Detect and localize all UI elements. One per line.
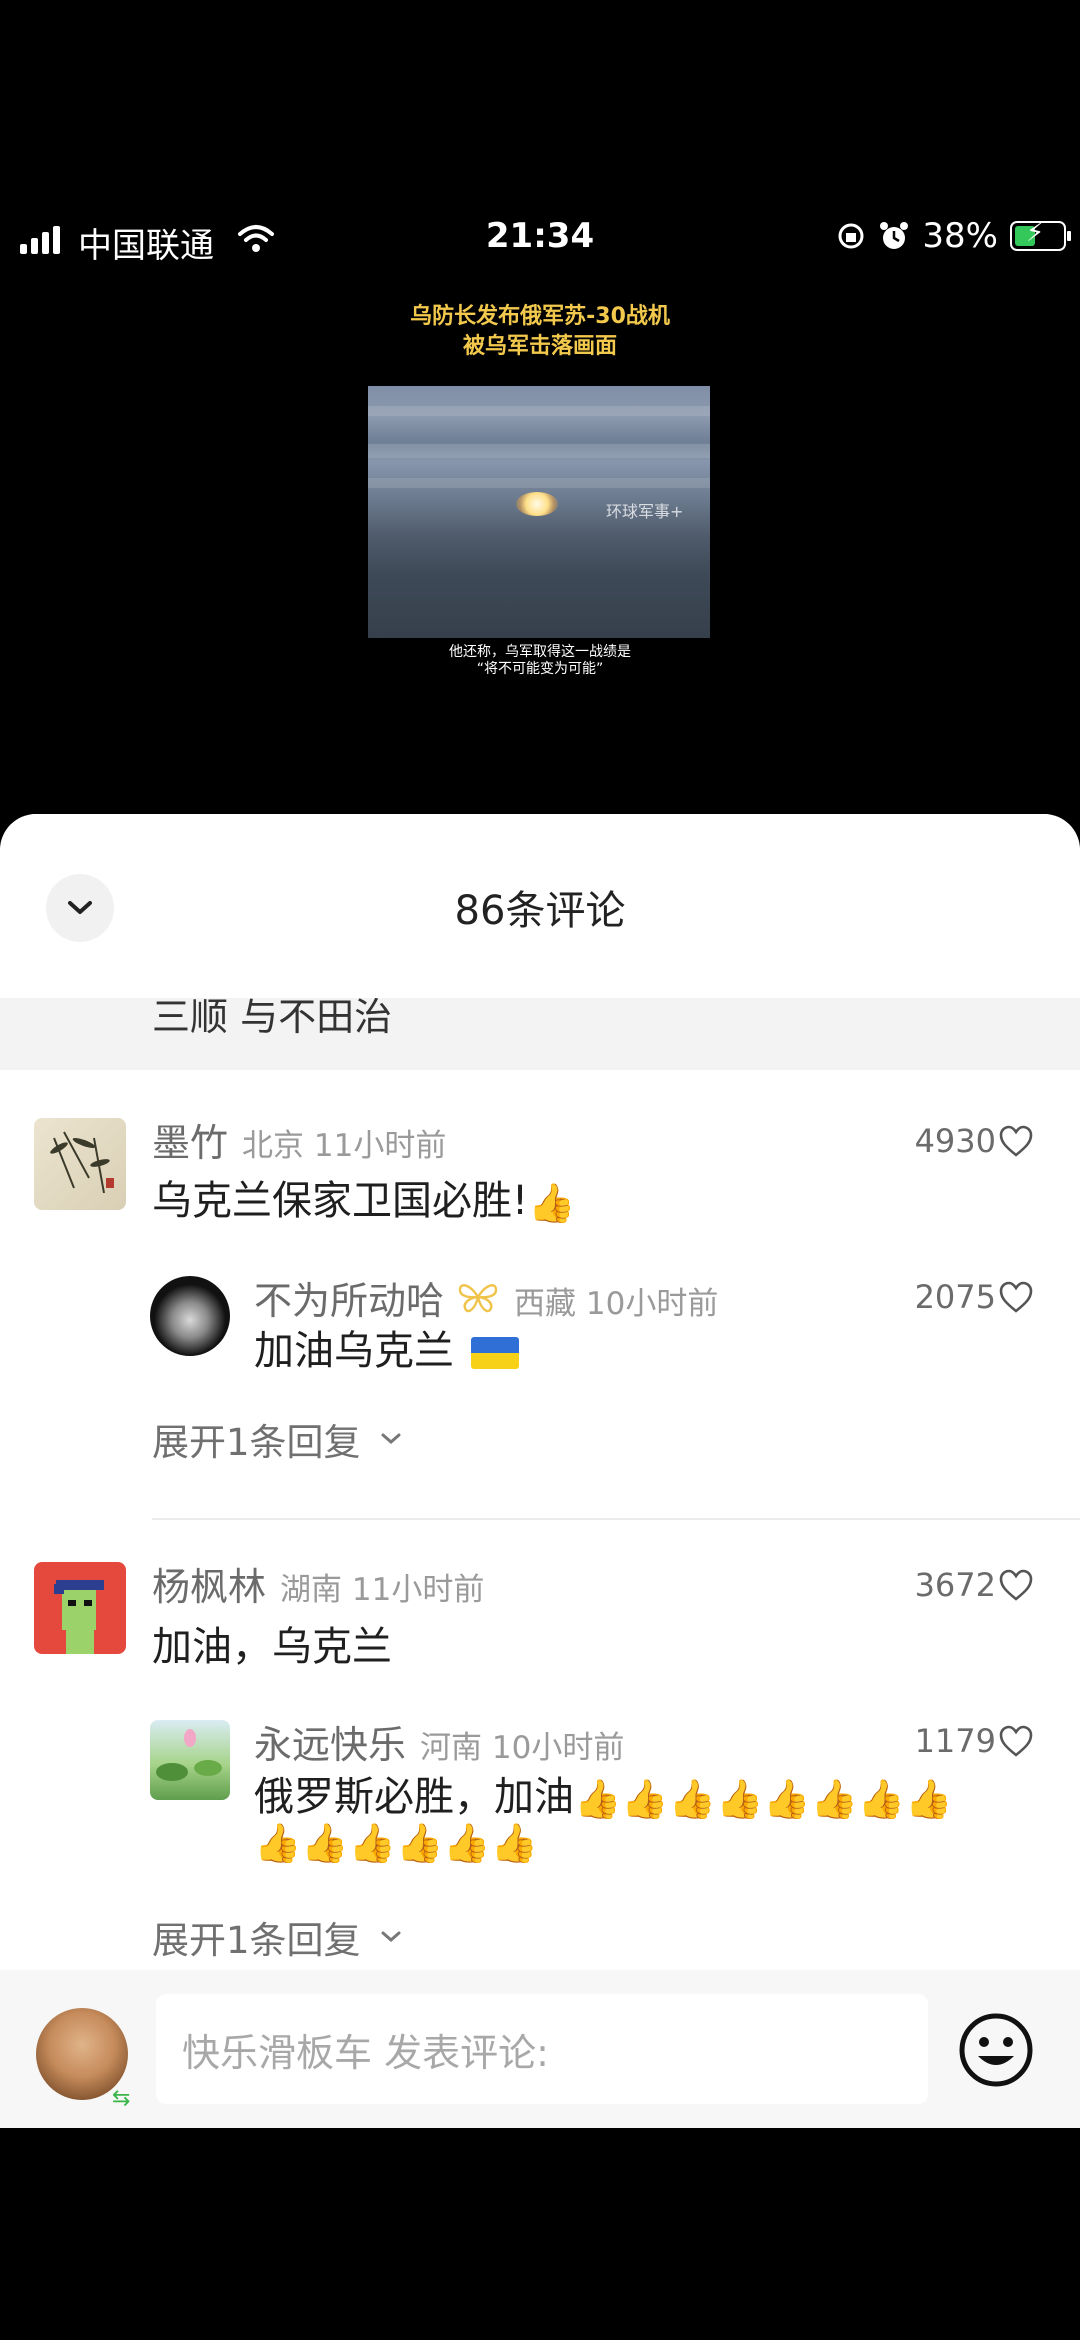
- reply-username[interactable]: 不为所动哈: [254, 1270, 444, 1325]
- explosion-flash: [516, 492, 558, 516]
- thumbs-up-emoji: 👍: [528, 1181, 576, 1225]
- username[interactable]: 杨枫林: [152, 1556, 266, 1611]
- comment-location-time: 湖南 11小时前: [280, 1572, 485, 1608]
- comment-input[interactable]: 快乐滑板车 发表评论:: [156, 1994, 928, 2104]
- reply-text: 加油乌克兰: [254, 1318, 519, 1376]
- heart-icon[interactable]: [998, 1124, 1034, 1158]
- thumbs-up-emoji: 👍👍👍👍👍👍: [254, 1821, 538, 1865]
- comment-location-time: 北京 11小时前: [242, 1128, 447, 1164]
- reply-like-count: 1179: [914, 1722, 996, 1760]
- video-caption: 他还称，乌军取得这一战绩是 “将不可能变为可能”: [449, 644, 631, 677]
- expand-replies-button[interactable]: 展开1条回复: [152, 1910, 403, 1964]
- butterfly-badge-icon: [458, 1284, 498, 1313]
- comment-text: 加油，乌克兰: [152, 1624, 392, 1670]
- chevron-down-icon: [381, 1433, 401, 1444]
- previous-comment-cutoff: 三顺 与不田治: [0, 998, 1080, 1070]
- reply-meta: 永远快乐 河南 10小时前: [254, 1714, 624, 1769]
- like-count: 4930: [914, 1122, 996, 1160]
- video-player[interactable]: 环球军事+: [368, 386, 710, 638]
- reply-text-continued: 👍👍👍👍👍👍: [254, 1818, 538, 1864]
- comment-input-bar: ⇆ 快乐滑板车 发表评论:: [0, 1970, 1080, 2128]
- expand-replies-button[interactable]: 展开1条回复: [152, 1412, 403, 1466]
- heart-icon[interactable]: [998, 1724, 1034, 1758]
- alarm-icon: [880, 222, 909, 249]
- smiley-icon[interactable]: [956, 2010, 1036, 2090]
- reply-avatar[interactable]: [150, 1720, 230, 1800]
- reply-like-count: 2075: [914, 1278, 996, 1316]
- reply-location-time: 西藏 10小时前: [514, 1286, 719, 1322]
- status-bar: 中国联通 21:34 38% ⚡: [0, 210, 1080, 270]
- comment-meta: 杨枫林 湖南 11小时前: [152, 1556, 484, 1611]
- thumbs-up-emoji: 👍👍👍👍👍👍👍👍: [574, 1777, 953, 1821]
- username[interactable]: 墨竹: [152, 1112, 228, 1167]
- reply-text: 俄罗斯必胜，加油👍👍👍👍👍👍👍👍: [254, 1774, 953, 1821]
- avatar[interactable]: [34, 1562, 126, 1654]
- sheet-header: 86条评论: [0, 814, 1080, 998]
- avatar[interactable]: [34, 1118, 126, 1210]
- orientation-lock-icon: [838, 223, 864, 249]
- battery-icon: ⚡: [1010, 218, 1071, 251]
- thread-divider: [152, 1518, 1080, 1520]
- video-title: 乌防长发布俄军苏-30战机 被乌军击落画面: [410, 304, 670, 359]
- chevron-down-icon: [381, 1931, 401, 1942]
- comment-meta: 墨竹 北京 11小时前: [152, 1112, 446, 1167]
- reply-location-time: 河南 10小时前: [420, 1730, 625, 1766]
- heart-icon[interactable]: [998, 1280, 1034, 1314]
- comment-text: 乌克兰保家卫国必胜!👍: [152, 1178, 576, 1225]
- video-watermark: 环球军事+: [606, 502, 684, 521]
- battery-percent: 38%: [922, 216, 998, 256]
- switch-account-icon[interactable]: ⇆: [112, 2086, 130, 2111]
- heart-icon[interactable]: [998, 1568, 1034, 1602]
- reply-avatar[interactable]: [150, 1276, 230, 1356]
- comment-count-title: 86条评论: [454, 888, 626, 934]
- ukraine-flag-emoji: [470, 1337, 519, 1369]
- reply-username[interactable]: 永远快乐: [254, 1714, 406, 1769]
- comment-sheet: 86条评论 三顺 与不田治 墨竹 北京 11小时前 4930 乌克兰保家卫国必胜…: [0, 814, 1080, 2128]
- reply-meta: 不为所动哈 西藏 10小时前: [254, 1270, 718, 1325]
- like-count: 3672: [914, 1566, 996, 1604]
